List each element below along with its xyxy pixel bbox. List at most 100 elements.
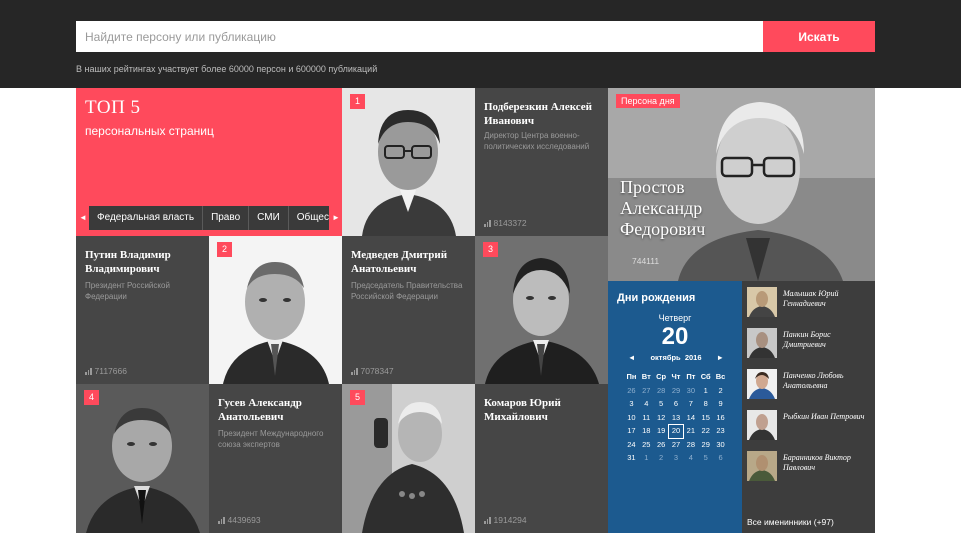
birthday-person[interactable]: Панкин Борис Дмитриевич [747,328,875,362]
bar-chart-icon [484,219,491,227]
calendar-day[interactable]: 13 [669,412,684,425]
views-counter: 7078347 [351,366,394,376]
calendar-day[interactable]: 18 [639,425,654,438]
views-counter: 7117666 [85,366,127,376]
birthday-name: Малышак Юрий Геннадиевич [783,289,839,308]
persons-grid: ТОП 5 персональных страниц ◄ Федеральная… [76,88,875,533]
calendar-day[interactable]: 2 [713,385,728,398]
calendar-day[interactable]: 6 [713,452,728,465]
calendar-day[interactable]: 4 [683,452,698,465]
person-photo-4[interactable]: 4 [76,384,209,533]
views-counter: 4439693 [218,515,261,525]
person-portrait-icon [209,236,342,384]
rank-badge: 3 [483,242,498,257]
avatar [747,328,777,358]
calendar-day[interactable]: 11 [639,412,654,425]
bar-chart-icon [351,367,358,375]
current-day: 20 [661,323,689,350]
birthday-person[interactable]: Малышак Юрий Геннадиевич [747,287,875,321]
persona-day-badge: Персона дня [616,94,680,108]
person-photo-2[interactable]: 2 [209,236,342,384]
calendar-day[interactable]: 15 [698,412,713,425]
calendar-day[interactable]: 12 [654,412,669,425]
calendar-day[interactable]: 3 [624,398,639,411]
calendar-day[interactable]: 21 [683,425,698,438]
calendar-day[interactable]: 30 [713,439,728,452]
calendar-day[interactable]: 28 [654,385,669,398]
calendar-day[interactable]: 1 [698,385,713,398]
calendar-day[interactable]: 6 [669,398,684,411]
birthday-person[interactable]: Баранников Виктор Павлович [747,451,875,485]
calendar-day[interactable]: 14 [683,412,698,425]
calendar-day[interactable]: 1 [639,452,654,465]
persona-of-day[interactable]: Персона дня Простов Александр Федорович … [608,88,875,281]
tab-law[interactable]: Право [203,206,250,230]
calendar-day[interactable]: 23 [713,425,728,438]
tab-society[interactable]: Общество [289,206,329,230]
calendar-day[interactable]: 20 [667,424,685,439]
calendar-day[interactable]: 5 [698,452,713,465]
calendar-day[interactable]: 9 [713,398,728,411]
calendar-day[interactable]: 16 [713,412,728,425]
calendar-grid: Пн Вт Ср Чт Пт Сб Вс 26 27 28 29 30 1 2 3 4 5 6 7 8 9 10 11 12 1… [624,371,728,465]
person-name: Гусев Александр Анатольевич [218,397,302,423]
category-next-icon[interactable]: ► [332,213,340,222]
weekday-header: Пт [686,372,696,381]
calendar-day[interactable]: 26 [654,439,669,452]
next-month-icon[interactable]: ► [717,353,724,362]
tab-federal-power[interactable]: Федеральная власть [89,206,204,230]
person-photo-1[interactable]: 1 [342,88,475,236]
calendar-day[interactable]: 4 [639,398,654,411]
person-portrait-icon [475,236,608,384]
calendar-day[interactable]: 29 [669,385,684,398]
birthday-person[interactable]: Рыбкин Иван Петрович [747,410,875,444]
avatar [747,369,777,399]
person-card-putin[interactable]: Путин Владимир Владимирович Президент Ро… [76,236,209,384]
person-description: Председатель Правительства Российской Фе… [351,281,463,301]
search-button[interactable]: Искать [763,21,875,52]
calendar-day[interactable]: 26 [624,385,639,398]
avatar [747,451,777,481]
calendar-day[interactable]: 7 [683,398,698,411]
prev-month-icon[interactable]: ◄ [628,353,635,362]
calendar-day[interactable]: 31 [624,452,639,465]
calendar-day[interactable]: 24 [624,439,639,452]
calendar-day[interactable]: 25 [639,439,654,452]
top5-title: ТОП 5 [85,97,141,118]
persona-views: 744111 [632,256,660,266]
person-card-gusev[interactable]: Гусев Александр Анатольевич Президент Ме… [209,384,342,533]
calendar-day[interactable]: 17 [624,425,639,438]
calendar-day[interactable]: 8 [698,398,713,411]
person-card-komarov[interactable]: Комаров Юрий Михайлович 1914294 [475,384,608,533]
calendar-day[interactable]: 29 [698,439,713,452]
top5-subtitle: персональных страниц [85,124,214,138]
rank-badge: 1 [350,94,365,109]
calendar-day[interactable]: 30 [683,385,698,398]
person-description: Директор Центра военно-политических иссл… [484,131,590,151]
person-photo-5[interactable]: 5 [342,384,475,533]
calendar-day[interactable]: 5 [654,398,669,411]
birthday-person[interactable]: Панченко Любовь Анатольевна [747,369,875,403]
tab-media[interactable]: СМИ [249,206,289,230]
calendar-day[interactable]: 2 [654,452,669,465]
weekday-header: Вт [641,372,651,381]
category-prev-icon[interactable]: ◄ [79,213,87,222]
calendar-day[interactable]: 22 [698,425,713,438]
person-card-medvedev[interactable]: Медведев Дмитрий Анатольевич Председател… [342,236,475,384]
person-photo-3[interactable]: 3 [475,236,608,384]
person-name: Подберезкин Алексей Иванович [484,101,593,127]
calendar-day[interactable]: 27 [669,439,684,452]
calendar-day[interactable]: 27 [639,385,654,398]
calendar-day[interactable]: 19 [654,425,669,438]
birthdays-list: Малышак Юрий Геннадиевич Панкин Борис Дм… [742,281,875,533]
all-birthdays-link[interactable]: Все именинники (+97) [747,517,834,527]
calendar-day[interactable]: 28 [683,439,698,452]
person-card-podberezkin[interactable]: Подберезкин Алексей Иванович Директор Це… [475,88,608,236]
persona-name: Простов Александр Федорович [620,177,706,239]
views-counter: 1914294 [484,515,527,525]
person-description: Президент Российской Федерации [85,281,170,301]
calendar-day[interactable]: 3 [669,452,684,465]
calendar-day[interactable]: 10 [624,412,639,425]
search-input[interactable] [76,21,764,52]
avatar-icon [747,369,777,399]
